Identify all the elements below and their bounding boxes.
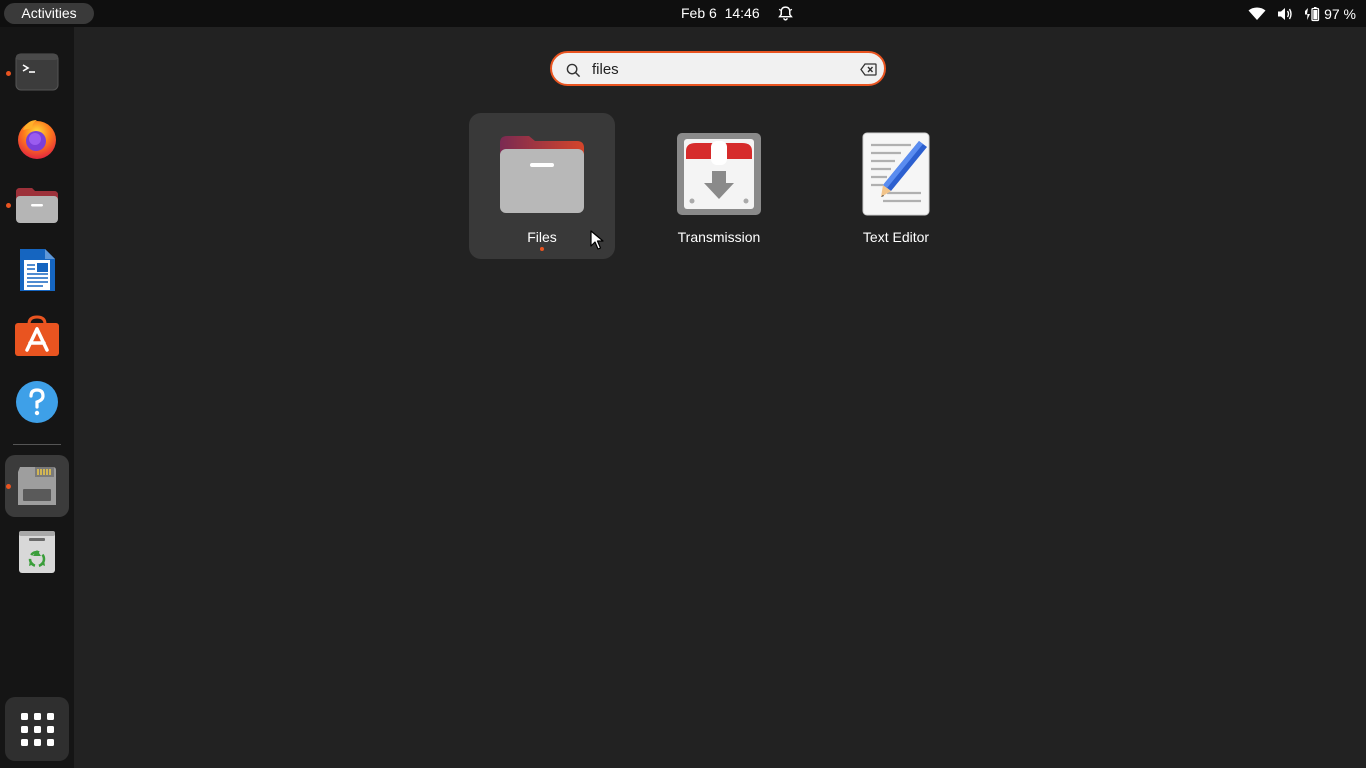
search-box[interactable] bbox=[550, 51, 886, 86]
terminal-icon bbox=[15, 53, 59, 91]
dock-separator bbox=[13, 444, 61, 445]
dock-item-trash[interactable] bbox=[5, 521, 69, 583]
sd-card-icon bbox=[18, 467, 56, 505]
show-apps-button[interactable] bbox=[5, 697, 69, 761]
running-indicator bbox=[6, 71, 11, 76]
dock-item-firefox[interactable] bbox=[5, 107, 69, 169]
folder-icon bbox=[500, 136, 584, 213]
dock-item-app-center[interactable] bbox=[5, 305, 69, 367]
top-bar: Activities Feb 6 14:46 97 % bbox=[0, 0, 1366, 27]
search-icon bbox=[566, 63, 581, 78]
bell-icon[interactable] bbox=[777, 5, 794, 22]
dock-item-disk-drive[interactable] bbox=[5, 455, 69, 517]
dock-item-terminal[interactable] bbox=[5, 41, 69, 103]
activities-button[interactable]: Activities bbox=[4, 3, 94, 24]
firefox-icon bbox=[18, 120, 56, 159]
writer-icon bbox=[20, 249, 55, 291]
volume-icon[interactable] bbox=[1276, 6, 1294, 22]
running-indicator bbox=[540, 247, 544, 251]
dock-item-files[interactable] bbox=[5, 173, 69, 235]
app-store-icon bbox=[15, 315, 59, 356]
mouse-cursor-icon bbox=[590, 230, 604, 250]
backspace-icon[interactable] bbox=[860, 63, 877, 76]
running-indicator bbox=[6, 484, 11, 489]
battery-percent[interactable]: 97 % bbox=[1324, 6, 1356, 22]
battery-icon[interactable] bbox=[1304, 6, 1320, 22]
dock-item-writer[interactable] bbox=[5, 239, 69, 301]
clock[interactable]: Feb 6 14:46 bbox=[681, 0, 760, 27]
app-result-text-editor[interactable]: Text Editor bbox=[823, 113, 969, 259]
search-input[interactable] bbox=[592, 59, 842, 80]
wifi-icon[interactable] bbox=[1248, 7, 1266, 21]
trash-icon bbox=[19, 531, 55, 573]
dock bbox=[0, 27, 74, 768]
help-icon bbox=[16, 381, 58, 423]
app-label: Text Editor bbox=[862, 229, 930, 245]
text-editor-icon bbox=[862, 132, 930, 216]
app-label: Transmission bbox=[677, 229, 761, 245]
system-tray[interactable]: 97 % bbox=[1248, 0, 1356, 27]
grid-icon bbox=[21, 713, 54, 746]
transmission-icon bbox=[677, 133, 761, 215]
running-indicator bbox=[6, 203, 11, 208]
dock-item-help[interactable] bbox=[5, 371, 69, 433]
folder-icon bbox=[16, 188, 58, 223]
app-result-transmission[interactable]: Transmission bbox=[646, 113, 792, 259]
